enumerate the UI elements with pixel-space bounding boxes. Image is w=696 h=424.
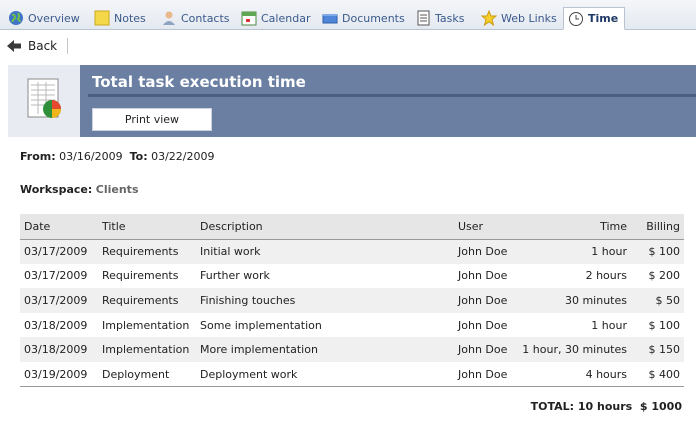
cell-time: 30 minutes [516, 288, 631, 313]
tab-label: Web Links [501, 11, 557, 25]
column-header-user: User [454, 214, 516, 240]
column-header-date: Date [20, 214, 98, 240]
back-button[interactable]: Back [6, 38, 69, 54]
cell-billing: $ 100 [631, 239, 684, 264]
cell-description: More implementation [196, 337, 454, 362]
cell-date: 03/17/2009 [20, 288, 98, 313]
title-divider [88, 94, 696, 97]
report-chart-icon [27, 78, 61, 118]
cell-description: Deployment work [196, 361, 454, 388]
table-header-row: Date Title Description User Time Billing [20, 214, 684, 240]
contact-icon [161, 10, 177, 26]
column-header-title: Title [98, 214, 196, 240]
back-arrow-icon [6, 38, 22, 54]
date-range: From: 03/16/2009 To: 03/22/2009 [20, 150, 215, 163]
tab-notes[interactable]: Notes [92, 6, 148, 30]
workspace-label: Workspace [20, 183, 88, 196]
cell-time: 2 hours [585, 269, 627, 283]
back-label: Back [28, 39, 58, 53]
total-summary: TOTAL: 10 hours $ 1000 [531, 400, 682, 413]
tasks-icon [415, 10, 431, 26]
cell-time: 1 hour [516, 239, 631, 264]
globe-icon [8, 10, 24, 26]
cell-time: 1 hour, 30 minutes [516, 337, 631, 362]
cell-billing: $ 200 [648, 269, 681, 283]
table-row: 03/17/2009 Requirements Further work Joh… [20, 264, 684, 289]
cell-title: Requirements [102, 269, 179, 283]
tab-label: Notes [114, 11, 146, 25]
tab-label: Contacts [181, 11, 230, 25]
cell-date: 03/18/2009 [24, 318, 88, 332]
cell-user: John Doe [458, 269, 508, 283]
to-value: 03/22/2009 [151, 150, 215, 163]
cell-date: 03/19/2009 [20, 361, 98, 388]
clock-icon [568, 11, 584, 27]
cell-user: John Doe [454, 239, 516, 264]
cell-user: John Doe [454, 361, 516, 388]
total-billing: $ 1000 [639, 400, 682, 413]
cell-title: Requirements [98, 239, 196, 264]
tab-time[interactable]: Time [563, 7, 626, 30]
cell-user: John Doe [454, 337, 516, 362]
tab-label: Overview [28, 11, 80, 25]
cell-description: Initial work [196, 239, 454, 264]
note-icon [94, 10, 110, 26]
tab-calendar[interactable]: Calendar [239, 6, 312, 30]
toolbar: Back [0, 30, 696, 62]
total-time: 10 hours [577, 400, 633, 413]
tab-label: Documents [342, 11, 405, 25]
tab-overview[interactable]: Overview [6, 6, 82, 30]
table-row: 03/19/2009 Deployment Deployment work Jo… [20, 361, 684, 388]
report-header: Total task execution time Print view [8, 65, 696, 137]
table-row: 03/17/2009 Requirements Finishing touche… [20, 288, 684, 313]
cell-description: Finishing touches [196, 288, 454, 313]
cell-billing: $ 100 [648, 318, 681, 332]
cell-time: 1 hour [591, 318, 627, 332]
tab-tasks[interactable]: Tasks [413, 6, 466, 30]
report-icon-box [8, 65, 80, 137]
tab-contacts[interactable]: Contacts [159, 6, 232, 30]
tab-documents[interactable]: Documents [320, 6, 407, 30]
star-icon [480, 9, 498, 27]
cell-description: Some implementation [200, 318, 322, 332]
cell-billing: $ 150 [631, 337, 684, 362]
tab-bar: Overview Notes Contacts Calendar Documen… [0, 0, 696, 30]
cell-title: Requirements [98, 288, 196, 313]
cell-date: 03/17/2009 [24, 269, 88, 283]
cell-description: Further work [200, 269, 270, 283]
column-header-time: Time [516, 214, 631, 240]
from-label: From [20, 150, 52, 163]
cell-user: John Doe [458, 318, 508, 332]
tab-web-links[interactable]: Web Links [479, 6, 559, 30]
workspace-line: Workspace: Clients [20, 183, 139, 196]
page-title: Total task execution time [92, 73, 306, 91]
cell-billing: $ 400 [631, 361, 684, 388]
tab-label: Calendar [261, 11, 311, 25]
time-report-table: Date Title Description User Time Billing… [20, 214, 684, 388]
tab-label: Tasks [435, 11, 465, 25]
cell-time: 4 hours [516, 361, 631, 388]
workspace-link[interactable]: Clients [96, 183, 139, 196]
cell-date: 03/17/2009 [20, 239, 98, 264]
table-row: 03/18/2009 Implementation Some implement… [20, 313, 684, 338]
cell-title: Implementation [98, 337, 196, 362]
from-value: 03/16/2009 [59, 150, 123, 163]
cell-title: Deployment [98, 361, 196, 388]
to-label: To [129, 150, 144, 163]
report-filters: From: 03/16/2009 To: 03/22/2009 Workspac… [20, 150, 684, 196]
table-row: 03/18/2009 Implementation More implement… [20, 337, 684, 362]
documents-icon [322, 10, 338, 26]
column-header-description: Description [196, 214, 454, 240]
total-label: TOTAL: [530, 400, 575, 413]
cell-date: 03/18/2009 [20, 337, 98, 362]
tab-label: Time [588, 12, 619, 25]
cell-billing: $ 50 [631, 288, 684, 313]
cell-user: John Doe [454, 288, 516, 313]
cell-title: Implementation [102, 318, 190, 332]
calendar-icon [241, 10, 257, 26]
table-row: 03/17/2009 Requirements Initial work Joh… [20, 239, 684, 264]
print-view-button[interactable]: Print view [92, 108, 212, 131]
column-header-billing: Billing [631, 214, 684, 240]
